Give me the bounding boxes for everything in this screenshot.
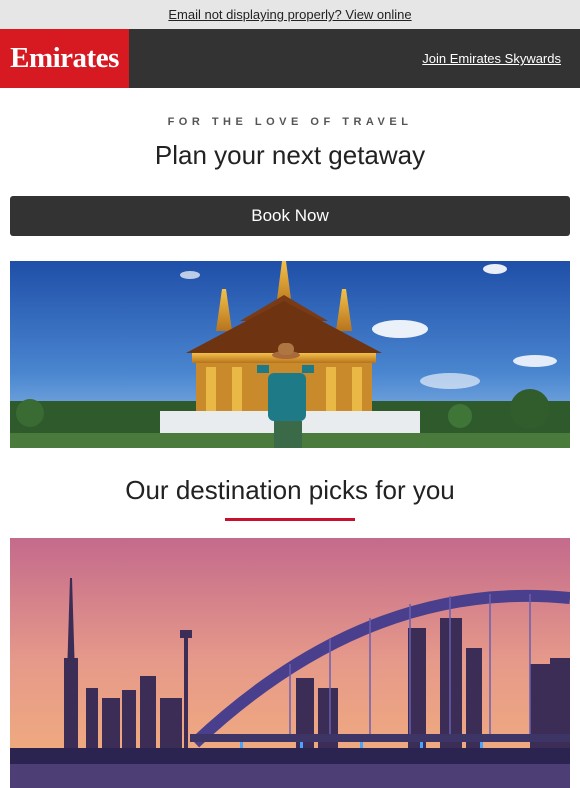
- headline: Plan your next getaway: [154, 140, 426, 170]
- dubai-skyline-image[interactable]: [10, 538, 570, 788]
- logo-text: Emirates: [10, 42, 119, 74]
- join-skywards-link[interactable]: Join Emirates Skywards: [422, 51, 561, 66]
- book-now-button[interactable]: Book Now: [10, 196, 570, 236]
- section-title: Our destination picks for you: [125, 475, 455, 505]
- emirates-logo[interactable]: Emirates: [0, 29, 129, 88]
- temple-hero-image[interactable]: [10, 261, 570, 448]
- kicker-text: FOR THE LOVE OF TRAVEL: [167, 116, 413, 128]
- top-bar: Email not displaying properly? View onli…: [0, 0, 580, 29]
- view-online-link[interactable]: Email not displaying properly? View onli…: [168, 7, 411, 22]
- header-right: Join Emirates Skywards: [422, 29, 580, 88]
- title-underline: [225, 518, 355, 521]
- header: Emirates Join Emirates Skywards: [0, 29, 580, 88]
